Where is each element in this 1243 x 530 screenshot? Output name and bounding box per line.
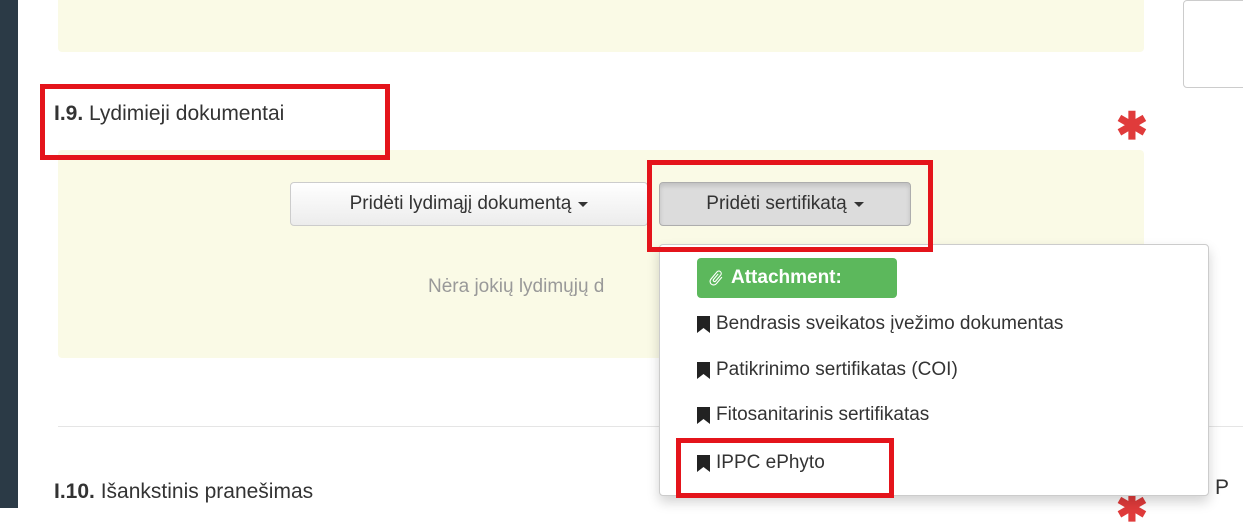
dropdown-item-coi[interactable]: Patikrinimo sertifikatas (COI) xyxy=(697,355,958,385)
add-accompanying-document-button[interactable]: Pridėti lydimąjį dokumentą xyxy=(290,182,648,226)
required-icon: ✱ xyxy=(1116,106,1148,148)
add-accompanying-document-label: Pridėti lydimąjį dokumentą xyxy=(349,193,572,214)
section-i9-label: Lydimieji dokumentai xyxy=(89,102,285,125)
empty-documents-message: Nėra jokių lydimųjų d xyxy=(428,276,605,297)
attachment-badge-label: Attachment: xyxy=(731,267,842,288)
caret-down-icon xyxy=(853,201,864,207)
bookmark-icon xyxy=(697,361,710,379)
section-i10-label: Išankstinis pranešimas xyxy=(100,480,314,503)
dropdown-item-label: Patikrinimo sertifikatas (COI) xyxy=(716,359,958,380)
add-certificate-label: Pridėti sertifikatą xyxy=(706,193,847,214)
dropdown-item-ippc-ephyto[interactable]: IPPC ePhyto xyxy=(697,448,825,478)
bookmark-icon xyxy=(697,315,710,333)
section-i9-number: I.9. xyxy=(54,102,84,125)
dropdown-item-label: IPPC ePhyto xyxy=(716,452,825,473)
caret-down-icon xyxy=(578,201,589,207)
dropdown-item-label: Fitosanitarinis sertifikatas xyxy=(716,404,930,425)
dropdown-item-ched[interactable]: Bendrasis sveikatos įvežimo dokumentas xyxy=(697,309,1063,339)
paperclip-icon xyxy=(709,270,723,286)
dropdown-item-phytosanitary[interactable]: Fitosanitarinis sertifikatas xyxy=(697,400,929,430)
bookmark-icon xyxy=(697,454,710,472)
dropdown-item-label: Bendrasis sveikatos įvežimo dokumentas xyxy=(716,313,1064,334)
add-certificate-button[interactable]: Pridėti sertifikatą xyxy=(659,182,911,226)
section-i10-number: I.10. xyxy=(54,480,95,503)
previous-section-panel xyxy=(58,0,1144,52)
section-i10-title: I.10. Išankstinis pranešimas xyxy=(54,480,313,504)
left-sidebar-edge xyxy=(0,0,18,508)
attachment-badge[interactable]: Attachment: xyxy=(697,258,897,298)
section-i9-title: I.9. Lydimieji dokumentai xyxy=(54,102,284,126)
bookmark-icon xyxy=(697,406,710,424)
right-panel-card xyxy=(1183,0,1243,88)
